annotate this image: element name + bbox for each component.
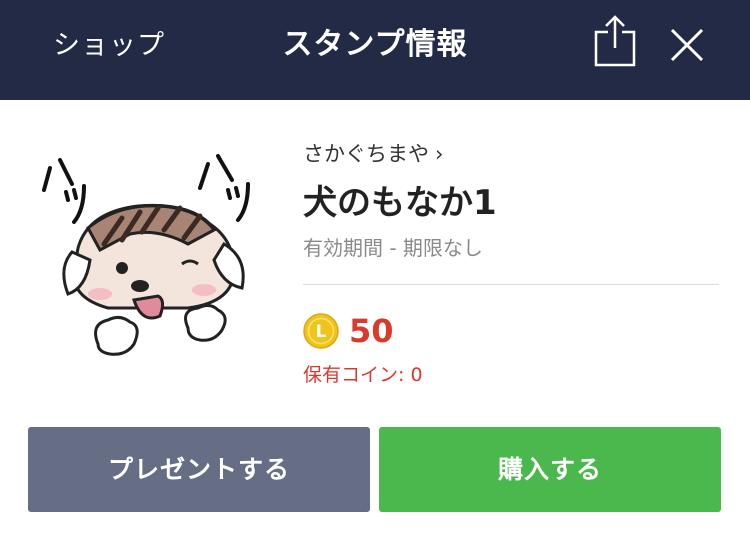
dog-drawing: [62, 203, 245, 320]
sticker-preview-image: [42, 154, 250, 356]
coin-icon: L: [303, 313, 339, 349]
owned-coins-value: 0: [410, 364, 423, 386]
divider: [303, 284, 719, 285]
sticker-text-right: [198, 154, 250, 222]
share-icon[interactable]: [592, 14, 638, 68]
sticker-text-left: [42, 158, 86, 224]
sticker-pack-name: 犬のもなか1: [303, 183, 497, 223]
author-name: さかぐちまや: [303, 142, 429, 166]
top-bar: ショップ スタンプ情報: [0, 0, 750, 100]
author-link[interactable]: さかぐちまや ›: [303, 139, 443, 169]
validity-period: 有効期間 - 期限なし: [303, 236, 483, 260]
owned-coins-label: 保有コイン:: [303, 364, 411, 386]
close-icon[interactable]: [668, 26, 706, 64]
buy-button[interactable]: 購入する: [379, 427, 721, 512]
svg-text:L: L: [316, 322, 327, 342]
price-coins: 50: [349, 312, 394, 350]
owned-coins: 保有コイン: 0: [303, 361, 423, 389]
chevron-right-icon: ›: [435, 142, 444, 166]
gift-button[interactable]: プレゼントする: [28, 427, 370, 512]
